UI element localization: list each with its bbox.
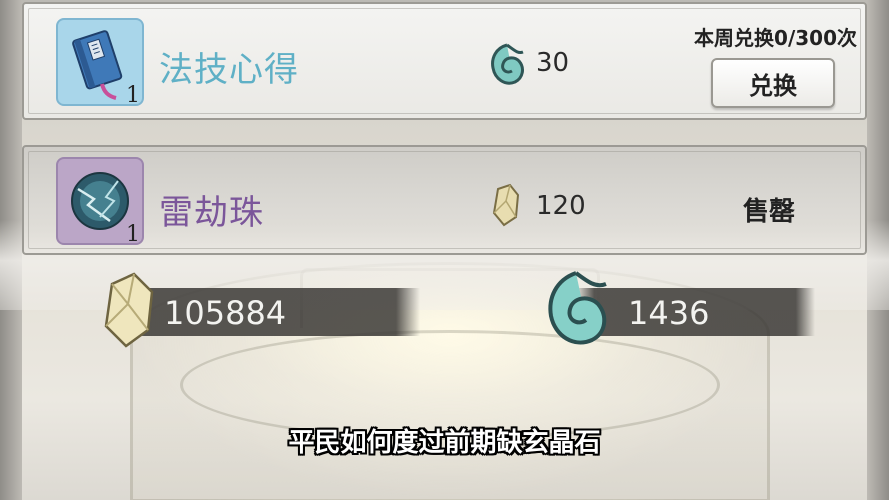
crystal-stone-icon	[492, 183, 520, 227]
item-count: 1	[126, 222, 140, 247]
item-cost: 120	[536, 191, 586, 221]
weekly-limit-text: 本周兑换0/300次	[694, 26, 857, 50]
shop-item-row: 1 法技心得 30 本周兑换0/300次 兑换	[22, 2, 867, 120]
xuan-spiral-currency-icon	[491, 43, 524, 85]
item-icon-frame[interactable]: 1	[56, 18, 144, 108]
sold-out-label: 售罄	[743, 197, 796, 227]
video-subtitle: 平民如何度过前期缺玄晶石	[288, 428, 601, 458]
item-cost: 30	[536, 48, 570, 78]
item-name: 法技心得	[159, 50, 299, 90]
item-count: 1	[126, 83, 140, 108]
spiral-balance: 1436	[628, 294, 710, 332]
item-icon-frame[interactable]: 1	[56, 157, 144, 247]
shop-item-row: 1 雷劫珠 120 售罄	[22, 145, 867, 255]
exchange-button[interactable]: 兑换	[711, 58, 835, 108]
crystal-stone-icon	[104, 272, 154, 348]
crystal-balance: 105884	[164, 294, 287, 332]
xuan-spiral-currency-icon	[548, 271, 607, 345]
item-name: 雷劫珠	[159, 193, 264, 233]
